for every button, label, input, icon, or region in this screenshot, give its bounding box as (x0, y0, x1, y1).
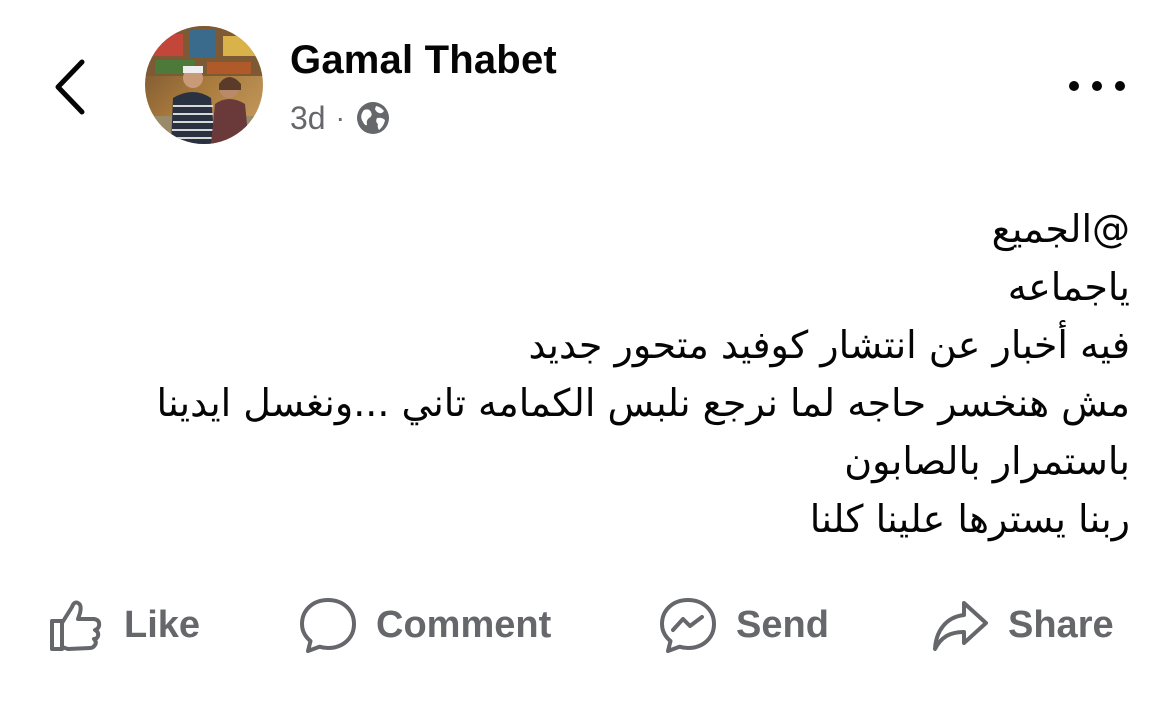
post-line: @الجميع (991, 207, 1130, 251)
post-time[interactable]: 3d (290, 100, 326, 137)
like-label: Like (124, 603, 201, 646)
post-line: مش هنخسر حاجه لما نرجع نلبس الكمامه تاني… (156, 381, 1130, 425)
post-meta: 3d · (290, 96, 391, 140)
post-line: ياجماعه (1007, 265, 1130, 309)
globe-icon (356, 102, 389, 134)
like-button[interactable]: Like (46, 585, 200, 665)
more-options-button[interactable] (1062, 66, 1132, 106)
comment-label: Comment (376, 603, 552, 646)
meta-separator: · (335, 102, 345, 133)
author-name[interactable]: Gamal Thabet (290, 38, 557, 83)
share-button[interactable]: Share (930, 585, 1114, 665)
post-text: @الجميع ياجماعه فيه أخبار عن انتشار كوفي… (30, 200, 1130, 548)
share-arrow-icon (933, 601, 988, 651)
send-label: Send (736, 603, 829, 646)
share-label: Share (1008, 603, 1114, 646)
chevron-left-icon (55, 59, 85, 115)
post-header: Gamal Thabet 3d · (0, 0, 1170, 170)
avatar[interactable] (145, 26, 263, 144)
avatar-photo (145, 26, 263, 144)
more-dots-icon (1069, 81, 1125, 91)
post-line: باستمرار بالصابون (844, 439, 1130, 483)
comment-button[interactable]: Comment (298, 585, 551, 665)
post-line: ربنا يسترها علينا كلنا (809, 497, 1130, 541)
post-actions-bar: Like Comment Send Share (0, 585, 1170, 665)
back-button[interactable] (44, 50, 104, 120)
send-button[interactable]: Send (658, 585, 829, 665)
post-line: فيه أخبار عن انتشار كوفيد متحور جديد (528, 323, 1130, 367)
thumbs-up-icon (50, 600, 102, 651)
messenger-icon (660, 598, 716, 653)
comment-bubble-icon (300, 598, 356, 653)
